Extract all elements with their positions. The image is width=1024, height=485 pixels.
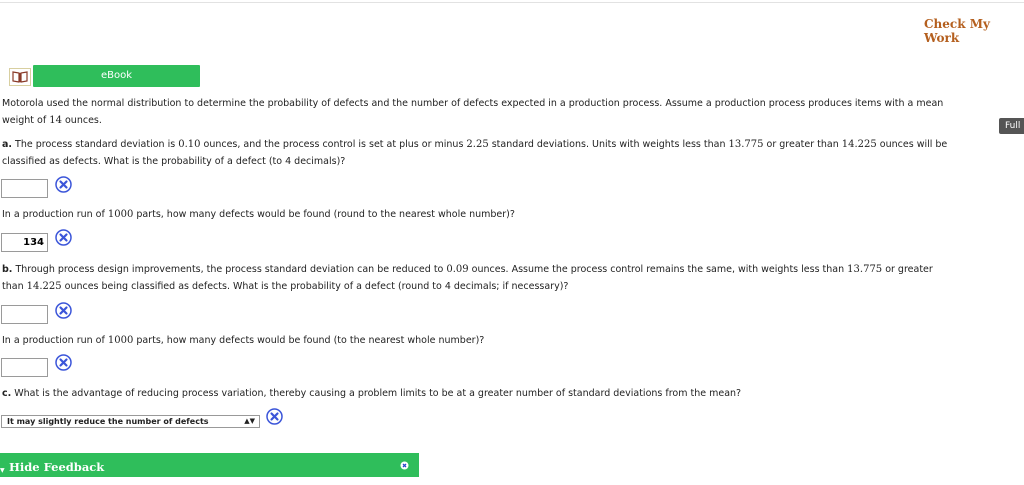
select-value: It may slightly reduce the number of def…: [7, 417, 209, 426]
part-a-question: a. The process standard deviation is 0.1…: [2, 139, 948, 150]
part-b-defects-input[interactable]: [1, 358, 48, 377]
select-arrow-icon: ▲▼: [244, 417, 255, 425]
incorrect-icon: [55, 354, 72, 371]
ebook-button[interactable]: eBook: [33, 65, 200, 87]
hide-feedback-label: Hide Feedback: [9, 460, 105, 474]
part-b-defects-question: In a production run of 1000 parts, how m…: [2, 335, 485, 346]
part-b-probability-input[interactable]: [1, 305, 48, 324]
part-b-question: b. Through process design improvements, …: [2, 264, 933, 275]
part-a-defects-input[interactable]: [1, 233, 48, 252]
close-icon[interactable]: [400, 461, 409, 470]
part-a-probability-input[interactable]: [1, 179, 48, 198]
incorrect-icon: [266, 408, 283, 425]
part-c-answer-select[interactable]: It may slightly reduce the number of def…: [1, 415, 260, 428]
book-icon[interactable]: [9, 68, 31, 86]
hide-feedback-button[interactable]: ▼ Hide Feedback: [0, 453, 419, 477]
part-b-question-line2: than 14.225 ounces being classified as d…: [2, 281, 569, 292]
intro-text-line1: Motorola used the normal distribution to…: [2, 98, 944, 109]
top-divider: [0, 2, 1024, 3]
part-c-question: c. What is the advantage of reducing pro…: [2, 388, 742, 399]
full-screen-button[interactable]: Full: [999, 118, 1024, 134]
part-a-question-line2: classified as defects. What is the proba…: [2, 156, 346, 167]
part-a-defects-question: In a production run of 1000 parts, how m…: [2, 209, 515, 220]
collapse-triangle-icon: ▼: [0, 467, 5, 474]
incorrect-icon: [55, 176, 72, 193]
incorrect-icon: [55, 302, 72, 319]
incorrect-icon: [55, 229, 72, 246]
check-my-work-link[interactable]: Check My Work: [924, 17, 1024, 45]
intro-text-line2: weight of 14 ounces.: [2, 115, 102, 126]
